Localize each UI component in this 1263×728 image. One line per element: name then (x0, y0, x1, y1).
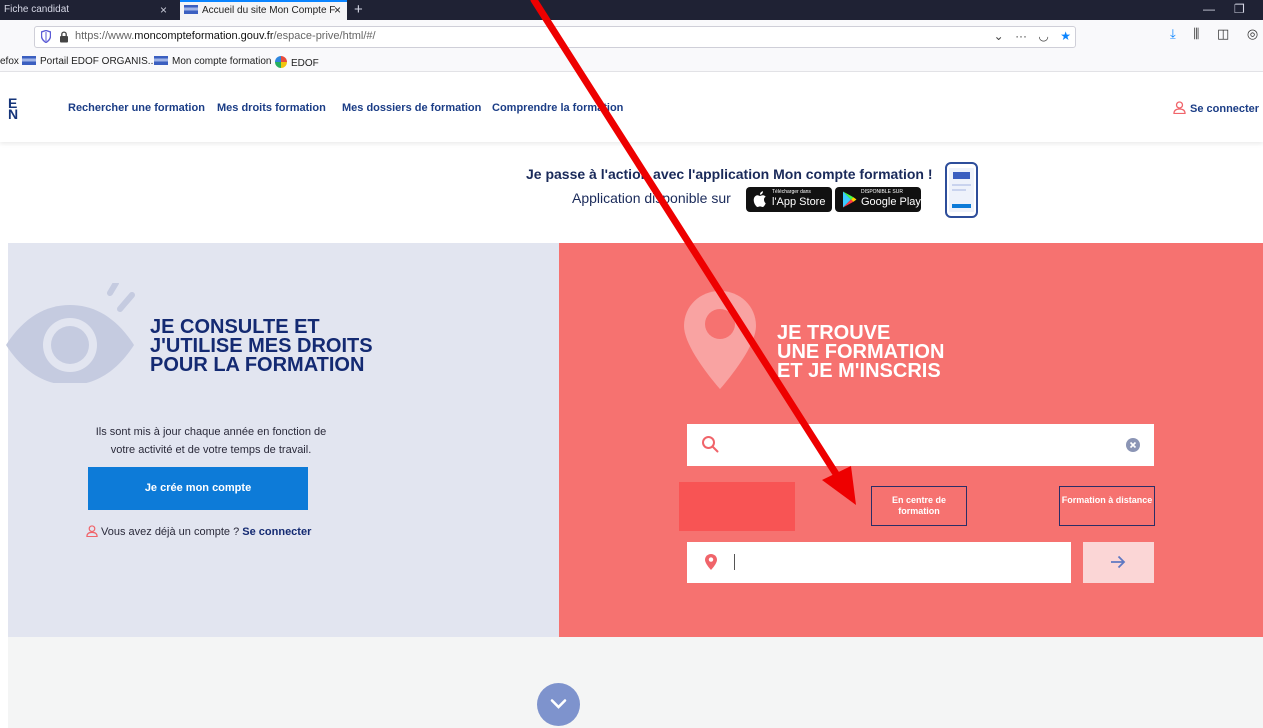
redacted-region (679, 482, 795, 531)
login-label: Se connecter (1190, 103, 1260, 115)
arrow-right-icon (1111, 555, 1126, 569)
new-tab-button[interactable]: + (354, 1, 363, 18)
app-preview-icon (952, 172, 971, 208)
scroll-down-button[interactable] (537, 683, 580, 726)
phone-icon (945, 162, 978, 218)
site-header: EN Rechercher une formation Mes droits f… (0, 72, 1263, 142)
bookmark-stub[interactable]: efox (0, 56, 19, 67)
nav-rechercher-formation[interactable]: Rechercher une formation (68, 102, 205, 114)
badge-small-label: Télécharger dans (772, 189, 811, 195)
phone-screen (949, 168, 974, 212)
bookmark-edof[interactable]: EDOF (275, 56, 319, 69)
sidebar-icon[interactable]: ◫ (1217, 26, 1229, 42)
find-training-title: JE TROUVE UNE FORMATION ET JE M'INSCRIS (777, 323, 944, 382)
tab-label: Accueil du site Mon Compte F (202, 5, 336, 16)
star-icon[interactable]: ★ (1060, 29, 1071, 43)
nav-mes-dossiers[interactable]: Mes dossiers de formation (342, 102, 481, 114)
rights-description: Ils sont mis à jour chaque année en fonc… (95, 426, 327, 456)
person-icon (86, 525, 98, 538)
bookmark-label: Portail EDOF ORGANIS... (40, 56, 157, 67)
bookmark-mon-compte[interactable]: Mon compte formation (154, 56, 272, 67)
url-prefix: https://www. (75, 30, 135, 42)
promo-subtitle: Application disponible sur (572, 190, 731, 206)
tab-label: Fiche candidat (4, 4, 70, 15)
map-pin-icon (705, 554, 717, 570)
google-play-badge[interactable]: DISPONIBLE SUR Google Play (835, 187, 921, 212)
download-icon[interactable]: ⤓ (1170, 26, 1176, 42)
shield-icon[interactable] (41, 30, 51, 43)
toolbar-icons: ⤓ ⫼ ◫ ◎ (1170, 26, 1263, 42)
location-input[interactable] (687, 542, 1071, 583)
more-actions-icon[interactable]: ··· (1015, 29, 1027, 43)
nav-mes-droits[interactable]: Mes droits formation (217, 102, 326, 114)
logo-letter: N (8, 106, 19, 122)
bookmark-label: EDOF (291, 58, 319, 69)
restore-window-icon[interactable]: ❐ (1234, 1, 1245, 17)
create-account-button[interactable]: Je crée mon compte (88, 467, 308, 510)
eye-icon (6, 283, 135, 383)
apple-icon (753, 191, 766, 207)
header-login-link[interactable]: Se connecter (1173, 99, 1259, 117)
text-caret (734, 554, 735, 570)
url-text[interactable]: https://www.moncompteformation.gouv.fr/e… (75, 30, 376, 42)
in-centre-training-button[interactable]: En centre de formation (871, 486, 967, 526)
title-line: POUR LA FORMATION (150, 354, 365, 376)
chevron-down-icon[interactable]: ⌄ (994, 29, 1004, 43)
google-play-icon (843, 191, 857, 208)
bookmark-portail-edof[interactable]: Portail EDOF ORGANIS... (22, 56, 156, 67)
minimize-window-icon[interactable]: — (1203, 1, 1215, 17)
login-prompt-text: Vous avez déjà un compte ? (101, 526, 240, 538)
url-actions: ⌄ ··· ◡ ★ (986, 29, 1071, 43)
clear-icon[interactable] (1126, 438, 1140, 452)
training-search-input[interactable] (687, 424, 1154, 466)
existing-account-prompt: Vous avez déjà un compte ? Se connecter (86, 525, 311, 538)
site-favicon-icon (184, 5, 198, 14)
search-icon (702, 436, 719, 453)
bookmarks-bar: efox Portail EDOF ORGANIS... Mon compte … (0, 52, 1263, 72)
consult-rights-panel: JE CONSULTE ET J'UTILISE MES DROITS POUR… (6, 243, 559, 637)
search-submit-button[interactable] (1083, 542, 1154, 583)
map-pin-icon (684, 291, 756, 389)
close-tab-icon[interactable]: × (160, 0, 167, 20)
url-field[interactable]: https://www.moncompteformation.gouv.fr/e… (34, 26, 1076, 48)
account-icon[interactable]: ◎ (1247, 26, 1258, 42)
badge-big-label: Google Play (861, 196, 921, 208)
nav-comprendre-formation[interactable]: Comprendre la formation (492, 102, 623, 114)
lock-icon[interactable] (59, 31, 69, 43)
login-link[interactable]: Se connecter (242, 526, 311, 538)
site-logo[interactable]: EN (8, 96, 19, 122)
badge-small-label: DISPONIBLE SUR (861, 189, 903, 195)
pocket-icon[interactable]: ◡ (1038, 29, 1048, 43)
consult-rights-title: JE CONSULTE ET J'UTILISE MES DROITS POUR… (150, 317, 373, 376)
navigation-toolbar: ≡ https://www.moncompteformation.gouv.fr… (0, 20, 1263, 63)
find-training-panel: JE TROUVE UNE FORMATION ET JE M'INSCRIS … (559, 243, 1263, 637)
tab-moncompte-active[interactable]: Accueil du site Mon Compte F × (180, 0, 347, 20)
chevron-down-icon (550, 699, 567, 709)
distance-training-button[interactable]: Formation à distance (1059, 486, 1155, 526)
edof-logo-icon (275, 56, 287, 68)
lower-section (8, 637, 1263, 728)
browser-tab-bar: Fiche candidat × Accueil du site Mon Com… (0, 0, 1263, 20)
promo-title: Je passe à l'action avec l'application M… (526, 166, 933, 182)
person-icon (1173, 101, 1186, 115)
site-favicon-icon (154, 56, 168, 65)
url-domain: moncompteformation.gouv.fr (134, 30, 274, 42)
site-favicon-icon (22, 56, 36, 65)
url-path: /espace-prive/html/#/ (273, 30, 376, 42)
title-line: ET JE M'INSCRIS (777, 360, 941, 382)
screenshot-root: Fiche candidat × Accueil du site Mon Com… (0, 0, 1263, 728)
close-tab-icon[interactable]: × (334, 2, 341, 19)
bookmark-label: Mon compte formation (172, 56, 272, 67)
badge-big-label: l'App Store (772, 196, 826, 208)
tab-fiche-candidat[interactable]: Fiche candidat × (0, 0, 178, 20)
app-store-badge[interactable]: Télécharger dans l'App Store (746, 187, 832, 212)
library-icon[interactable]: ⫼ (1193, 26, 1199, 42)
